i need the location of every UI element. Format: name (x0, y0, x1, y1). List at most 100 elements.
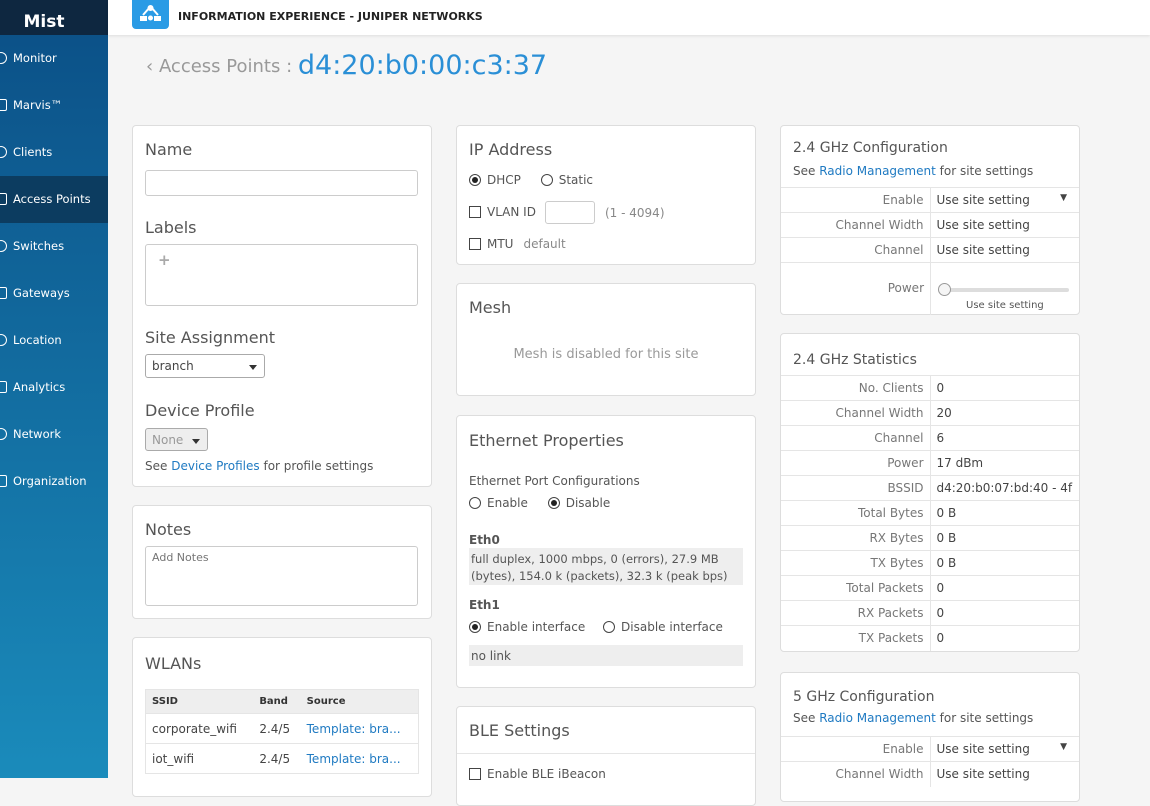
sidebar-item-location[interactable]: Location (0, 317, 108, 364)
sidebar-item-label: Analytics (13, 380, 66, 394)
port-disable-radio[interactable] (547, 497, 560, 509)
radio-management-link[interactable]: Radio Management (819, 164, 936, 178)
row-value[interactable]: Use site setting (930, 761, 1079, 787)
table-row: Total Packets 0 (781, 575, 1079, 601)
access-points-icon (0, 193, 7, 205)
port-enable-radio[interactable] (469, 497, 481, 509)
chevron-down-icon: ▼ (1060, 193, 1067, 203)
column-header[interactable]: Source (300, 689, 419, 714)
table-row[interactable]: corporate_wifi 2.4/5 Template: bra... (145, 713, 419, 744)
stats24-title: 2.4 GHz Statistics (793, 352, 917, 368)
source-cell[interactable]: Template: bra... (300, 713, 419, 744)
sidebar-item-access-points[interactable]: Access Points (0, 176, 108, 223)
ble-card: BLE Settings Enable BLE iBeacon (456, 706, 756, 806)
port-enable-label: Enable (487, 496, 528, 510)
table-row: Channel Use site setting (781, 237, 1079, 263)
organization-icon (0, 475, 7, 487)
back-chevron-icon[interactable]: ‹ (146, 56, 153, 77)
wlans-title: WLANs (145, 654, 202, 673)
row-label: RX Packets (781, 600, 931, 626)
row-value: 17 dBm (930, 450, 1079, 476)
sidebar-item-switches[interactable]: Switches (0, 223, 108, 270)
row-value[interactable]: Use site setting ▼ (930, 187, 1079, 213)
row-value: 0 (930, 625, 1079, 651)
mtu-checkbox[interactable] (469, 238, 481, 250)
power-slider[interactable] (938, 283, 1069, 296)
sidebar-item-label: Marvis™ (13, 98, 63, 112)
sidebar-item-organization[interactable]: Organization (0, 458, 108, 505)
suffix-text: for site settings (939, 711, 1034, 725)
row-label: Channel (781, 425, 931, 451)
config-5ghz-card: 5 GHz Configuration See Radio Management… (780, 672, 1080, 802)
sidebar-item-label: Network (13, 427, 62, 441)
row-label: Power (781, 450, 931, 476)
device-profile-select[interactable]: None (145, 428, 208, 451)
radio-management-link-5[interactable]: Radio Management (819, 711, 936, 725)
power-slider-handle[interactable] (938, 283, 951, 296)
table-row: Enable Use site setting ▼ (781, 736, 1079, 762)
table-row: Channel 6 (781, 425, 1079, 451)
disable-interface-radio[interactable] (603, 621, 616, 633)
table-row: TX Bytes 0 B (781, 550, 1079, 576)
breadcrumb-parent[interactable]: Access Points : (159, 56, 292, 77)
enable-interface-radio[interactable] (469, 621, 481, 633)
dhcp-radio[interactable] (469, 174, 481, 186)
vlan-checkbox[interactable] (469, 206, 481, 218)
sidebar-item-network[interactable]: Network (0, 411, 108, 458)
table-row: RX Bytes 0 B (781, 525, 1079, 551)
table-row[interactable]: iot_wifi 2.4/5 Template: bra... (145, 743, 419, 774)
add-label-icon[interactable]: + (158, 251, 171, 269)
device-profile-label: Device Profile (145, 401, 255, 420)
table-row: Enable Use site setting ▼ (781, 187, 1079, 213)
mtu-label: MTU (487, 237, 514, 251)
row-value: 0 B (930, 500, 1079, 526)
sidebar-item-gateways[interactable]: Gateways (0, 270, 108, 317)
row-value[interactable]: Use site setting ▼ (930, 736, 1079, 762)
sidebar-item-label: Clients (13, 145, 53, 159)
sidebar-item-label: Organization (13, 474, 87, 488)
eth0-label: Eth0 (469, 533, 500, 547)
mesh-message: Mesh is disabled for this site (513, 347, 699, 362)
ibeacon-checkbox[interactable] (469, 768, 481, 780)
device-profiles-link[interactable]: Device Profiles (171, 459, 259, 473)
row-value[interactable]: Use site setting (930, 212, 1079, 238)
column-header[interactable]: Band (253, 689, 301, 714)
column-header[interactable]: SSID (145, 689, 254, 714)
table-row: BSSID d4:20:b0:07:bd:40 - 4f (781, 475, 1079, 501)
row-label: Channel Width (781, 761, 931, 787)
monitor-icon (0, 52, 7, 64)
site-label: Site Assignment (145, 328, 276, 347)
mist-logo[interactable]: Mist (0, 0, 108, 35)
row-label: TX Packets (781, 625, 931, 651)
row-label: TX Bytes (781, 550, 931, 576)
eth1-label: Eth1 (469, 598, 500, 612)
sidebar-item-analytics[interactable]: Analytics (0, 364, 108, 411)
row-label: RX Bytes (781, 525, 931, 551)
row-label: Channel (781, 237, 931, 263)
eth1-status: no link (469, 645, 743, 666)
sidebar-item-clients[interactable]: Clients (0, 129, 108, 176)
site-select[interactable]: branch (145, 354, 265, 378)
stats24-table: No. Clients 0 Channel Width 20 Channel 6 Power… (781, 375, 1079, 651)
disable-interface-label: Disable interface (621, 620, 723, 634)
device-info-card: Name Labels + Site Assignment branch Dev… (132, 125, 432, 487)
row-value[interactable]: Use site setting (930, 237, 1079, 263)
sidebar-item-marvis[interactable]: Marvis™ (0, 82, 108, 129)
location-icon (0, 334, 7, 346)
clients-icon (0, 146, 7, 158)
wlans-card: WLANs SSID Band Source corporate_wifi 2.4/5 T… (132, 637, 432, 797)
vlan-input[interactable] (545, 201, 595, 224)
stats-24ghz-card: 2.4 GHz Statistics No. Clients 0 Channel W… (780, 333, 1080, 652)
header: INFORMATION EXPERIENCE - JUNIPER NETWORK… (108, 0, 1150, 35)
name-input[interactable] (145, 170, 418, 196)
mesh-card: Mesh Mesh is disabled for this site (456, 283, 756, 396)
row-label: Channel Width (781, 400, 931, 426)
sidebar-item-monitor[interactable]: Monitor (0, 35, 108, 82)
source-cell[interactable]: Template: bra... (300, 743, 419, 774)
suffix-text: for site settings (939, 164, 1034, 178)
notes-textarea[interactable] (145, 546, 418, 606)
gateways-icon (0, 287, 7, 299)
static-radio[interactable] (540, 174, 553, 186)
labels-box[interactable]: + (145, 244, 418, 306)
sidebar: Mist Monitor Marvis™ Clients Access Points S… (0, 0, 108, 778)
